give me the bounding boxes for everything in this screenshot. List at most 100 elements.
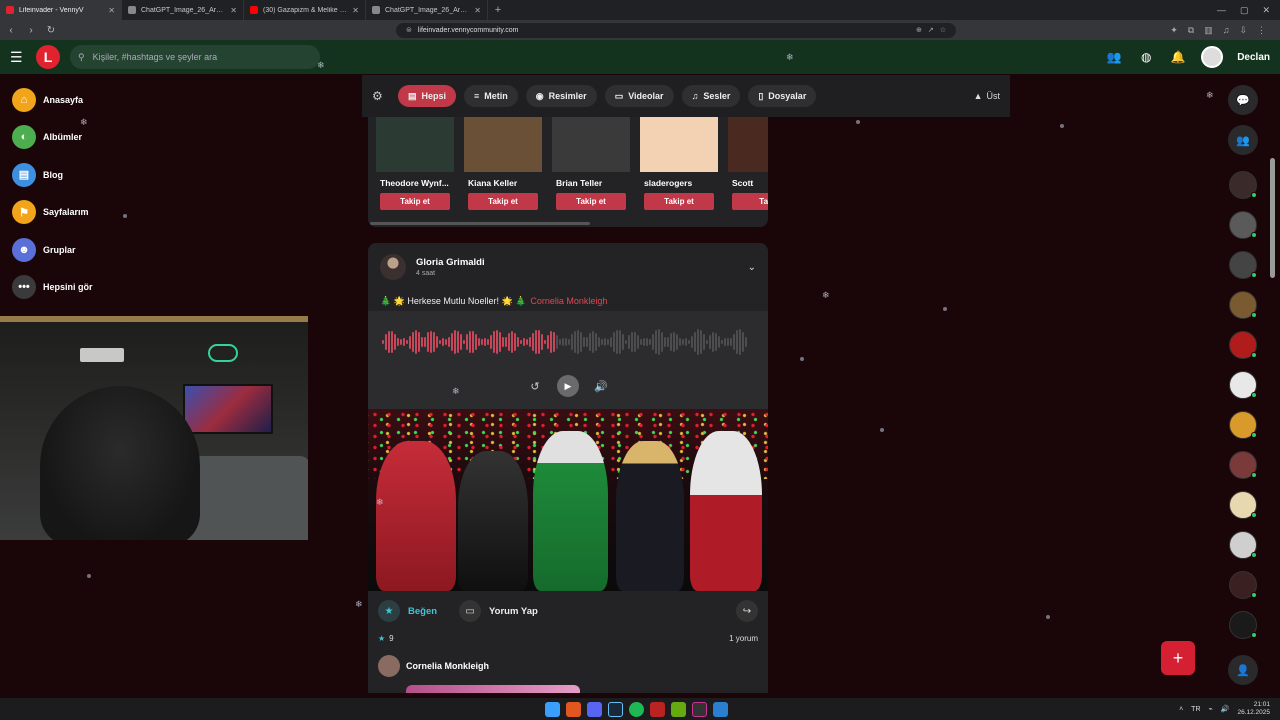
chevron-down-icon[interactable]: ⌄ [748,262,756,273]
online-friend-avatar[interactable] [1229,251,1257,279]
create-post-button[interactable]: + [1161,641,1195,675]
online-friend-avatar[interactable] [1229,491,1257,519]
online-friend-avatar[interactable] [1229,171,1257,199]
bookmark-star-icon[interactable]: ☆ [940,26,946,34]
sidebar-item-2[interactable]: ◐ Albümler [12,125,162,150]
filter-chip-4[interactable]: ▭ Videolar [604,85,674,107]
suggestion-name[interactable]: sladerogers [644,178,718,188]
post-image[interactable] [368,409,768,591]
tab-close-icon[interactable]: ✕ [108,6,115,15]
filter-chip-3[interactable]: ◉ Resimler [525,85,597,107]
comment-button[interactable]: Yorum Yap [489,606,538,617]
media-icon[interactable]: ♫ [1223,25,1230,36]
suggestion-name[interactable]: Theodore Wynf... [380,178,454,188]
scroll-top-button[interactable]: ▲ Üst [974,91,1000,101]
share-icon[interactable]: ↗ [928,26,934,34]
hamburger-menu-icon[interactable]: ☰ [10,49,26,66]
minimize-icon[interactable]: — [1217,5,1226,15]
online-friend-avatar[interactable] [1229,371,1257,399]
suggestion-photo[interactable] [640,117,718,172]
close-window-icon[interactable]: ✕ [1262,5,1270,16]
suggestion-photo[interactable] [728,117,768,172]
network-icon[interactable]: ⌁ [1209,705,1213,713]
suggestion-photo[interactable] [552,117,630,172]
game-icon[interactable] [671,701,686,717]
spotify-icon[interactable] [629,701,644,717]
filter-chip-5[interactable]: ♫ Sesler [681,85,741,107]
follow-button[interactable]: Takip et [556,193,626,210]
suggestion-name[interactable]: Brian Teller [556,178,630,188]
system-clock[interactable]: 21:01 26.12.2025 [1237,701,1270,717]
suggestions-scrollbar[interactable] [370,222,590,225]
steam-icon[interactable] [608,701,623,717]
volume-tray-icon[interactable]: 🔊 [1221,705,1230,713]
online-friend-avatar[interactable] [1229,291,1257,319]
like-button[interactable]: Beğen [408,606,437,617]
reload-icon[interactable]: ↻ [46,25,56,36]
filter-chip-1[interactable]: ▤ Hepsi [398,85,457,107]
contacts-icon[interactable]: 👥 [1228,125,1258,155]
like-icon[interactable]: ★ [378,600,400,622]
back-icon[interactable]: ‹ [6,25,16,36]
follow-button[interactable]: Taki [732,193,768,210]
notifications-bell-icon[interactable]: 🔔 [1169,48,1187,66]
tab-close-icon[interactable]: ✕ [474,6,481,15]
tab-close-icon[interactable]: ✕ [230,6,237,15]
commenter-avatar[interactable] [378,655,400,677]
search-input[interactable]: ⚲ Kişiler, #hashtags ve şeyler ara [70,45,320,69]
replay-icon[interactable]: ↺ [527,378,543,394]
sidebar-item-1[interactable]: ⌂ Anasayfa [12,87,162,112]
messages-icon[interactable]: ◍ [1137,48,1155,66]
post-author-avatar[interactable] [380,254,406,280]
browser-tab[interactable]: ChatGPT_Image_26_Ara_2025_11_01... ✕ [366,0,488,20]
sidebar-item-6[interactable]: ••• Hepsini gör [12,275,162,300]
puzzle-icon[interactable]: ⧉ [1188,25,1194,36]
new-tab-button[interactable]: + [488,0,508,20]
find-people-icon[interactable]: 👤 [1228,655,1258,685]
sidebar-item-5[interactable]: ☻ Gruplar [12,237,162,262]
forward-icon[interactable]: › [26,25,36,36]
browser-tab[interactable]: Lifeinvader - VennyV ✕ [0,0,122,20]
suggestion-name[interactable]: Scott [732,178,768,188]
download-icon[interactable]: ⇩ [1239,25,1247,36]
filter-chip-6[interactable]: ▯ Dosyalar [748,85,817,107]
post-mention[interactable]: Cornelia Monkleigh [530,296,607,306]
obs-icon[interactable] [692,701,707,717]
online-friend-avatar[interactable] [1229,611,1257,639]
menu-icon[interactable]: ⋮ [1257,25,1266,36]
user-avatar[interactable] [1201,46,1224,68]
audio-waveform[interactable] [382,327,752,357]
tool-icon[interactable] [713,701,728,717]
address-bar[interactable]: ⊜ lifeinvader.vennycommunity.com ⊕ ↗ ☆ [396,22,956,38]
windows-start-icon[interactable] [545,701,560,717]
suggestion-photo[interactable] [464,117,542,172]
site-info-icon[interactable]: ⊜ [406,26,412,34]
sidebar-icon[interactable]: ▥ [1204,25,1213,36]
suggestion-photo[interactable] [376,117,454,172]
share-icon[interactable]: ↪ [736,600,758,622]
online-friend-avatar[interactable] [1229,411,1257,439]
filter-settings-icon[interactable]: ⚙ [372,89,388,103]
commenter-name[interactable]: Cornelia Monkleigh [406,661,489,671]
post-author-name[interactable]: Gloria Grimaldi [416,257,485,268]
follow-button[interactable]: Takip et [468,193,538,210]
sidebar-item-3[interactable]: ▤ Blog [12,162,162,187]
language-icon[interactable]: TR [1191,706,1200,713]
like-count[interactable]: 9 [389,634,393,643]
browser-tab[interactable]: (30) Gazapizm & Melike Şahin - Olur... ✕ [244,0,366,20]
play-button[interactable]: ▶ [557,375,579,397]
extension-icon[interactable]: ✦ [1170,25,1178,36]
site-logo[interactable]: L [36,45,60,69]
page-scrollbar[interactable] [1270,158,1275,278]
online-friend-avatar[interactable] [1229,571,1257,599]
online-friend-avatar[interactable] [1229,531,1257,559]
username[interactable]: Declan [1237,52,1270,63]
zoom-icon[interactable]: ⊕ [916,26,922,34]
online-friend-avatar[interactable] [1229,331,1257,359]
follow-button[interactable]: Takip et [644,193,714,210]
browser-tab[interactable]: ChatGPT_Image_26_Ara_2025_11_01... ✕ [122,0,244,20]
follow-button[interactable]: Takip et [380,193,450,210]
brave-browser-icon[interactable] [566,701,581,717]
suggestion-name[interactable]: Kiana Keller [468,178,542,188]
app-icon[interactable] [650,701,665,717]
